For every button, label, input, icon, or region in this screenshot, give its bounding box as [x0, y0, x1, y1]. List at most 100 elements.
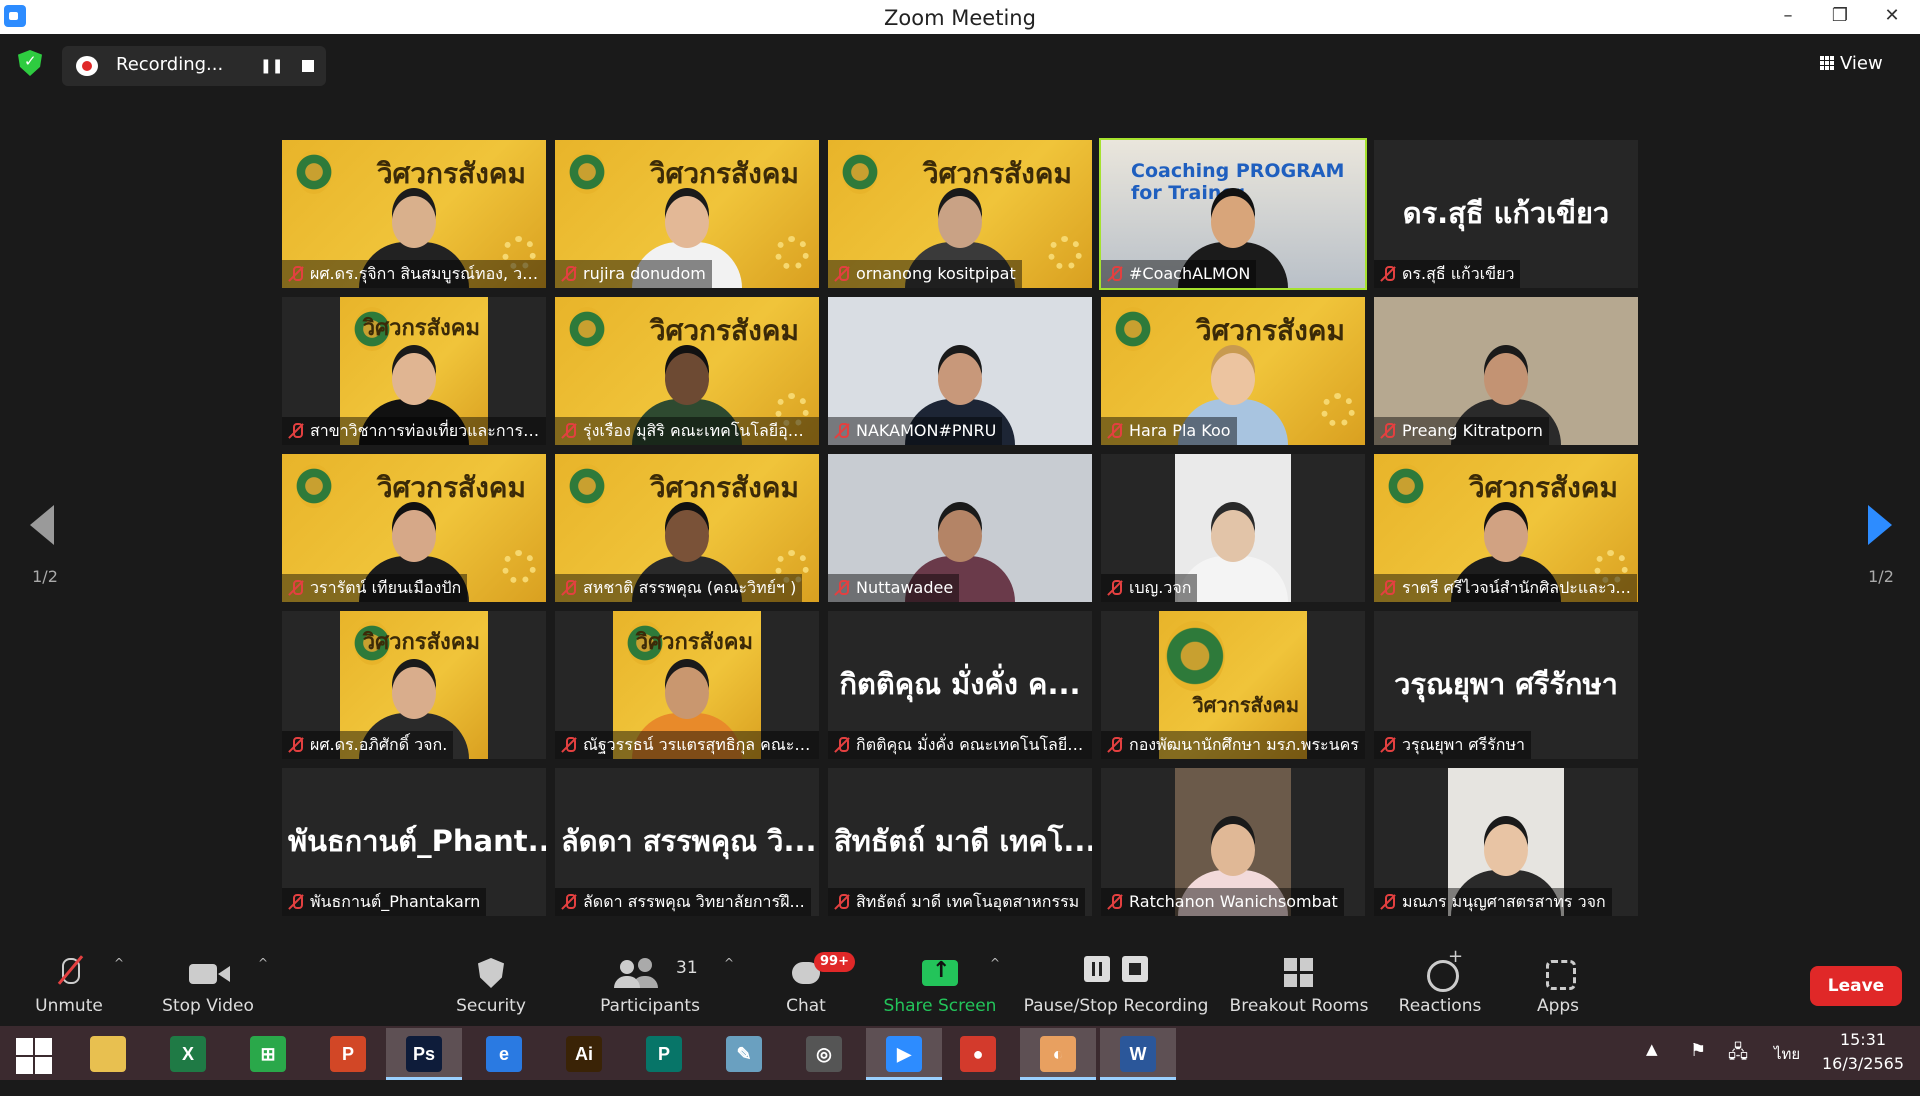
participant-tile[interactable]: ดร.สุธี แก้วเขียว ดร.สุธี แก้วเขียว — [1374, 140, 1638, 288]
next-page-button[interactable]: 1/2 — [1856, 505, 1906, 595]
participant-tile[interactable]: วิศวกรสังคม กองพัฒนานักศึกษา มรภ.พระนคร — [1101, 611, 1365, 759]
participant-tile[interactable]: วิศวกรสังคม rujira donudom — [555, 140, 819, 288]
store-icon: ⊞ — [250, 1036, 286, 1072]
participant-tile[interactable]: วิศวกรสังคม Hara Pla Koo — [1101, 297, 1365, 445]
reactions-label: Reactions — [1398, 996, 1482, 1016]
taskbar-app-store[interactable]: ⊞ — [230, 1028, 306, 1080]
chat-button[interactable]: 99+ Chat — [770, 942, 855, 1026]
participants-options-caret[interactable]: ^ — [718, 942, 742, 1026]
participant-tile[interactable]: วิศวกรสังคม ผศ.ดร.รุจิกา สินสมบูรณ์ทอง, … — [282, 140, 546, 288]
taskbar-app-chrome[interactable]: ● — [940, 1028, 1016, 1080]
muted-mic-icon — [288, 580, 304, 596]
taskbar-app-illustrator[interactable]: Ai — [546, 1028, 622, 1080]
stop-video-button[interactable]: Stop Video — [150, 942, 266, 1026]
reactions-button[interactable]: Reactions — [1390, 942, 1490, 1026]
taskbar-app-internet-explorer[interactable]: e — [466, 1028, 542, 1080]
unmute-button[interactable]: Unmute — [20, 942, 118, 1026]
participant-name-label: สาขาวิชาการท่องเที่ยวและการโร... — [282, 417, 546, 445]
participant-tile[interactable]: มณภร มนุญศาสตรสาทร วจก — [1374, 768, 1638, 916]
taskbar-app-photo-viewer[interactable]: ◐ — [1020, 1028, 1096, 1080]
taskbar-app-publisher[interactable]: P — [626, 1028, 702, 1080]
participant-tile[interactable]: วิศวกรสังคม ณัฐวรรธน์ วรแตรสุทธิกุล คณะเ… — [555, 611, 819, 759]
close-button[interactable]: ✕ — [1866, 0, 1918, 34]
participant-tile[interactable]: NAKAMON#PNRU — [828, 297, 1092, 445]
minimize-button[interactable]: – — [1762, 0, 1814, 34]
taskbar-app-zoom[interactable]: ▶ — [866, 1028, 942, 1080]
meeting-toolbar: Unmute ^ Stop Video ^ Security 31 Partic… — [0, 942, 1920, 1026]
page-indicator-left: 1/2 — [32, 567, 58, 586]
taskbar-clock[interactable]: 15:31 16/3/2565 — [1808, 1028, 1918, 1078]
participant-name-label: วรารัตน์ เทียนเมืองปัก — [282, 574, 468, 602]
input-language-indicator[interactable]: ไทย — [1774, 1042, 1808, 1096]
participant-tile[interactable]: วิศวกรสังคม ราตรี ศรีไวจน์สำนักศิลปะและว… — [1374, 454, 1638, 602]
participant-name: สิทธัตถ์ มาดี เทคโนอุตสาหกรรม — [856, 892, 1080, 911]
participant-name: ผศ.ดร.รุจิกา สินสมบูรณ์ทอง, วจ... — [310, 264, 546, 283]
clock-time: 15:31 — [1839, 1030, 1887, 1049]
leave-button[interactable]: Leave — [1810, 966, 1902, 1006]
taskbar-app-pen-tool[interactable]: ✎ — [706, 1028, 782, 1080]
participant-display-name: ลัดดา สรรพคุณ วิ... — [561, 824, 817, 858]
participant-tile[interactable]: Coaching PROGRAM for Trainer #CoachALMON — [1099, 138, 1367, 290]
participants-label: Participants — [600, 996, 700, 1016]
participant-name-label: ผศ.ดร.อภิศักดิ์ วจก. — [282, 731, 454, 759]
muted-mic-icon — [288, 266, 304, 282]
participant-name: rujira donudom — [583, 264, 706, 283]
participants-count: 31 — [676, 958, 698, 978]
participant-name-label: สหชาติ สรรพคุณ (คณะวิทย์ฯ ) — [555, 574, 803, 602]
stop-recording-button[interactable] — [298, 56, 318, 76]
taskbar-app-photoshop[interactable]: Ps — [386, 1028, 462, 1080]
participant-tile[interactable]: Ratchanon Wanichsombat — [1101, 768, 1365, 916]
start-button[interactable] — [0, 1028, 76, 1080]
caret-up-icon: ^ — [114, 956, 125, 970]
share-screen-button[interactable]: Share Screen — [880, 942, 1000, 1026]
gallery-view: วิศวกรสังคม ผศ.ดร.รุจิกา สินสมบูรณ์ทอง, … — [282, 138, 1638, 920]
participant-tile[interactable]: วรุณยุพา ศรีรักษา วรุณยุพา ศรีรักษา — [1374, 611, 1638, 759]
muted-mic-icon — [1107, 894, 1123, 910]
page-indicator-right: 1/2 — [1868, 567, 1894, 586]
participant-tile[interactable]: กิตติคุณ มั่งคั่ง ค... กิตติคุณ มั่งคั่ง… — [828, 611, 1092, 759]
recording-indicator: Recording... ❚❚ — [62, 46, 326, 86]
taskbar-app-file-explorer[interactable] — [70, 1028, 146, 1080]
participant-display-name: กิตติคุณ มั่งคั่ง ค... — [839, 667, 1081, 701]
participant-tile[interactable]: Preang Kitratporn — [1374, 297, 1638, 445]
tray-overflow-icon[interactable]: ▲ — [1646, 1040, 1666, 1094]
muted-mic-icon — [561, 737, 577, 753]
network-icon[interactable]: 🖧 — [1728, 1040, 1752, 1094]
video-options-caret[interactable]: ^ — [252, 942, 276, 1026]
participant-tile[interactable]: เบญ.วจก — [1101, 454, 1365, 602]
pause-recording-button[interactable]: ❚❚ — [260, 56, 283, 76]
action-center-flag-icon[interactable]: ⚑ — [1690, 1040, 1714, 1094]
illustrator-icon: Ai — [566, 1036, 602, 1072]
taskbar-app-powerpoint[interactable]: P — [310, 1028, 386, 1080]
taskbar-app-photoscape[interactable]: ◎ — [786, 1028, 862, 1080]
participant-name: วรุณยุพา ศรีรักษา — [1402, 735, 1525, 754]
muted-mic-icon — [561, 266, 577, 282]
participant-tile[interactable]: วิศวกรสังคม สาขาวิชาการท่องเที่ยวและการโ… — [282, 297, 546, 445]
participant-tile[interactable]: วิศวกรสังคม ผศ.ดร.อภิศักดิ์ วจก. — [282, 611, 546, 759]
title-bar: Zoom Meeting – ❐ ✕ — [0, 0, 1920, 34]
participant-tile[interactable]: วิศวกรสังคม วรารัตน์ เทียนเมืองปัก — [282, 454, 546, 602]
participant-tile[interactable]: Nuttawadee — [828, 454, 1092, 602]
participants-button[interactable]: 31 Participants — [594, 942, 706, 1026]
view-button[interactable]: View — [1820, 48, 1910, 80]
share-options-caret[interactable]: ^ — [984, 942, 1008, 1026]
security-button[interactable]: Security — [446, 942, 536, 1026]
participant-tile[interactable]: ลัดดา สรรพคุณ วิ... ลัดดา สรรพคุณ วิทยาล… — [555, 768, 819, 916]
breakout-rooms-button[interactable]: Breakout Rooms — [1226, 942, 1372, 1026]
taskbar-app-word[interactable]: W — [1100, 1028, 1176, 1080]
apps-button[interactable]: Apps — [1520, 942, 1596, 1026]
restore-button[interactable]: ❐ — [1814, 0, 1866, 34]
participant-tile[interactable]: พันธกานต์_Phant... พันธกานต์_Phantakarn — [282, 768, 546, 916]
taskbar-app-excel[interactable]: X — [150, 1028, 226, 1080]
pause-stop-recording-button[interactable]: Pause/Stop Recording — [1020, 942, 1212, 1026]
participant-tile[interactable]: วิศวกรสังคม รุ่งเรือง มุสิริ คณะเทคโนโลย… — [555, 297, 819, 445]
participant-tile[interactable]: วิศวกรสังคม สหชาติ สรรพคุณ (คณะวิทย์ฯ ) — [555, 454, 819, 602]
audio-options-caret[interactable]: ^ — [108, 942, 132, 1026]
participant-name-label: NAKAMON#PNRU — [828, 417, 1003, 445]
encryption-shield-icon[interactable] — [18, 50, 42, 76]
participant-tile[interactable]: วิศวกรสังคม ornanong kositpipat — [828, 140, 1092, 288]
participant-tile[interactable]: สิทธัตถ์ มาดี เทคโ... สิทธัตถ์ มาดี เทคโ… — [828, 768, 1092, 916]
clock-date: 16/3/2565 — [1821, 1054, 1905, 1073]
previous-page-button[interactable]: 1/2 — [20, 505, 70, 595]
publisher-icon: P — [646, 1036, 682, 1072]
